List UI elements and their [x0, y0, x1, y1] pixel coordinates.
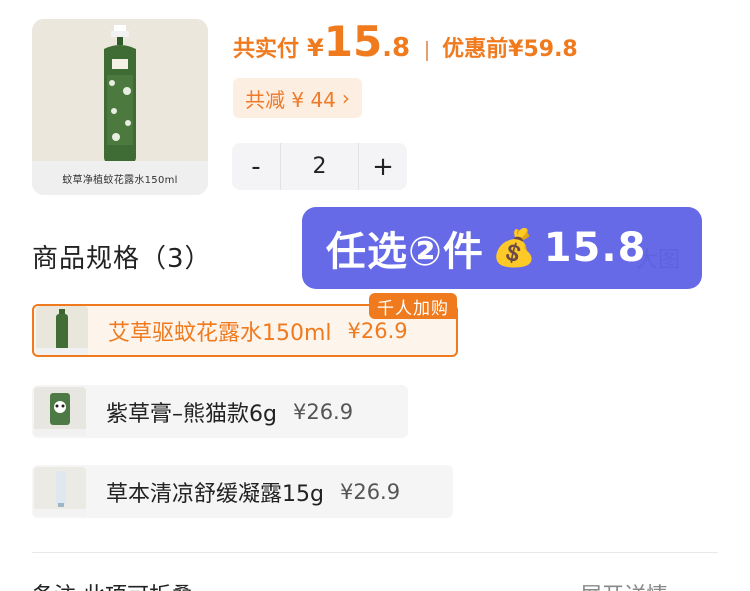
- price-summary: 共实付 ¥ 15 .8 优惠前¥59.8: [233, 17, 578, 73]
- original-price: 优惠前¥59.8: [442, 37, 578, 62]
- gel-tube-icon: [34, 467, 86, 516]
- promo-text: 任选②件: [326, 229, 484, 275]
- option-price: ¥26.9: [339, 479, 401, 504]
- option-price: ¥26.9: [347, 318, 408, 343]
- money-bag-icon: 💰: [491, 228, 538, 269]
- option-price: ¥26.9: [292, 399, 354, 424]
- spray-bottle-icon: [104, 25, 136, 163]
- product-caption: 蚊草净植蚊花露水150ml: [32, 161, 208, 195]
- increase-button[interactable]: +: [359, 143, 407, 190]
- currency-symbol: ¥: [307, 34, 324, 62]
- discount-label: 共减 ¥ 44: [245, 87, 336, 112]
- option-thumbnail: [36, 306, 88, 355]
- expand-details-link[interactable]: 展开详情: [580, 578, 668, 591]
- decrease-button[interactable]: -: [232, 143, 280, 190]
- total-price-integer: 15: [323, 17, 383, 66]
- quantity-value[interactable]: 2: [280, 143, 359, 190]
- price-separator: [426, 41, 429, 61]
- option-name: 草本清凉舒缓凝露15g: [106, 481, 324, 507]
- discount-pill[interactable]: 共减 ¥ 44 ›: [233, 78, 362, 118]
- spec-option[interactable]: 草本清凉舒缓凝露15g ¥26.9: [32, 465, 453, 518]
- product-photo: [32, 19, 208, 163]
- promo-price: 15.8: [543, 225, 647, 271]
- total-price-decimal: .8: [382, 33, 411, 63]
- quantity-stepper: - 2 +: [232, 143, 407, 190]
- option-thumbnail: [34, 387, 86, 436]
- total-paid-label: 共实付: [233, 37, 300, 62]
- panda-jar-icon: [34, 387, 86, 436]
- option-name: 紫草膏–熊猫款6g: [106, 401, 277, 427]
- remark-label: 备注 此项可折叠: [32, 578, 193, 591]
- option-name: 艾草驱蚊花露水150ml: [108, 320, 332, 346]
- spec-option[interactable]: 紫草膏–熊猫款6g ¥26.9: [32, 385, 408, 438]
- hot-tag-badge: 千人加购: [369, 293, 457, 319]
- chevron-right-icon: ›: [341, 86, 350, 110]
- promo-banner: 任选②件 💰 15.8: [302, 207, 702, 289]
- product-image[interactable]: 蚊草净植蚊花露水150ml: [32, 19, 208, 195]
- option-thumbnail: [34, 467, 86, 516]
- spray-bottle-icon: [36, 306, 88, 355]
- section-divider: [32, 552, 718, 553]
- spec-title: 商品规格（3）: [32, 244, 212, 274]
